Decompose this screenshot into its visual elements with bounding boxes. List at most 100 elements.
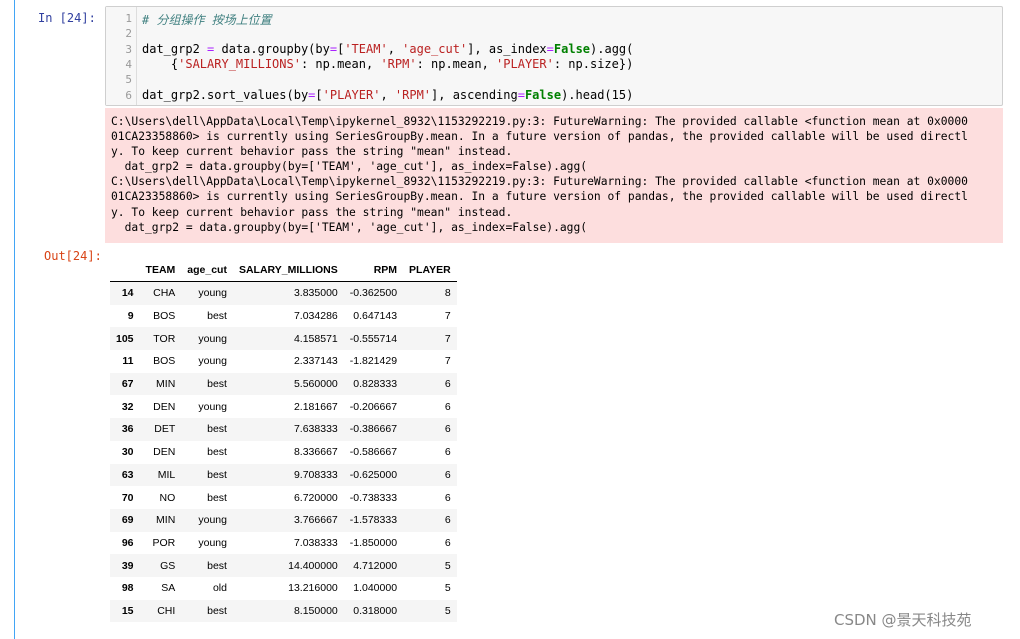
row-index: 67 <box>121 378 134 391</box>
table-cell: DEN <box>153 446 176 459</box>
row-index: 32 <box>121 400 134 413</box>
table-cell: -1.821429 <box>349 355 398 368</box>
code-token: 'PLAYER' <box>496 57 554 71</box>
code-token: 'RPM' <box>380 57 417 71</box>
table-cell: -0.625000 <box>349 468 398 481</box>
code-token: : np.mean, <box>416 57 497 71</box>
code-token: ).agg( <box>590 42 634 56</box>
row-index: 15 <box>121 604 134 617</box>
warning-line: dat_grp2 = data.groupby(by=['TEAM', 'age… <box>111 160 588 174</box>
line-number: 6 <box>125 89 132 102</box>
code-token: 'age_cut' <box>402 42 468 56</box>
table-cell: 2.181667 <box>293 400 338 413</box>
table-cell: 5 <box>444 582 451 595</box>
warning-line: 01CA23358860> is currently using SeriesG… <box>111 130 968 144</box>
table-cell: 9.708333 <box>293 468 338 481</box>
table-cell: -0.362500 <box>349 287 398 300</box>
table-cell: CHI <box>157 604 176 617</box>
code-token: False <box>553 42 591 56</box>
code-token: = <box>546 42 554 56</box>
table-cell: MIL <box>157 468 176 481</box>
table-cell: -0.386667 <box>349 423 398 436</box>
table-row: 69 MIN young 3.766667 -1.578333 6 <box>110 508 457 532</box>
table-row: 105 TOR young 4.158571 -0.555714 7 <box>110 327 457 351</box>
table-row: 30 DEN best 8.336667 -0.586667 6 <box>110 441 457 464</box>
table-row: 70 NO best 6.720000 -0.738333 6 <box>110 486 457 509</box>
column-header: age_cut <box>181 259 233 282</box>
code-editor[interactable]: 1 2 3 4 5 6 # 分组操作 按场上位置 dat_grp2 = data… <box>105 6 1003 106</box>
code-token: ).head(15) <box>561 88 634 102</box>
table-cell: 0.828333 <box>353 378 398 391</box>
code-token: 'TEAM' <box>344 42 388 56</box>
warning-line: C:\Users\dell\AppData\Local\Temp\ipykern… <box>111 175 968 189</box>
warning-line: y. To keep current behavior pass the str… <box>111 145 513 159</box>
row-index: 63 <box>121 468 134 481</box>
table-cell: young <box>198 536 227 549</box>
table-cell: -0.206667 <box>349 400 398 413</box>
line-number: 3 <box>125 43 132 56</box>
row-index: 14 <box>121 287 134 300</box>
column-header: PLAYER <box>403 259 457 282</box>
table-cell: best <box>207 468 227 481</box>
code-token: [ <box>315 88 323 102</box>
column-header <box>110 259 140 282</box>
table-cell: 6 <box>444 491 451 504</box>
output-prompt: Out[24]: <box>44 249 102 263</box>
code-token: { <box>142 57 179 71</box>
notebook-cell[interactable]: In [24]: 1 2 3 4 5 6 # 分组操作 按场上位置 dat_gr… <box>0 0 1020 639</box>
table-cell: 5.560000 <box>293 378 338 391</box>
warning-line: C:\Users\dell\AppData\Local\Temp\ipykern… <box>111 115 968 128</box>
table-header-row: TEAM age_cut SALARY_MILLIONS RPM PLAYER <box>110 259 457 282</box>
code-token: dat_grp2.sort_values(by <box>142 88 309 102</box>
table-cell: -1.578333 <box>349 514 398 527</box>
input-prompt: In [24]: <box>38 11 96 25</box>
table-cell: MIN <box>156 514 176 527</box>
warning-line: dat_grp2 = data.groupby(by=['TEAM', 'age… <box>111 220 588 234</box>
row-index: 96 <box>121 536 134 549</box>
table-cell: 2.337143 <box>293 355 338 368</box>
table-cell: DEN <box>153 400 176 413</box>
row-index: 69 <box>121 514 134 527</box>
table-cell: young <box>198 332 227 345</box>
code-line-3: dat_grp2 = data.groupby(by=['TEAM', 'age… <box>142 42 633 56</box>
table-cell: 4.158571 <box>293 332 338 345</box>
dataframe-table: TEAM age_cut SALARY_MILLIONS RPM PLAYER … <box>110 259 457 623</box>
row-index: 30 <box>121 446 134 459</box>
table-cell: 6 <box>444 536 451 549</box>
code-token: data.groupby(by <box>214 42 330 56</box>
line-number: 1 <box>125 12 132 25</box>
table-cell: -0.738333 <box>349 491 398 504</box>
table-cell: 8.150000 <box>293 604 338 617</box>
table-row: 32 DEN young 2.181667 -0.206667 6 <box>110 395 457 418</box>
code-token: = <box>329 42 338 56</box>
table-cell: 4.712000 <box>353 559 398 572</box>
table-cell: best <box>207 446 227 459</box>
table-cell: best <box>207 423 227 436</box>
cell-selection-border <box>14 0 15 639</box>
table-row: 96 POR young 7.038333 -1.850000 6 <box>110 532 457 555</box>
code-token: dat_grp2 <box>142 42 208 56</box>
code-token: False <box>524 88 562 102</box>
row-index: 11 <box>122 355 134 368</box>
stderr-output: C:\Users\dell\AppData\Local\Temp\ipykern… <box>105 108 1003 243</box>
table-cell: 6.720000 <box>293 491 338 504</box>
table-cell: 13.216000 <box>288 582 338 595</box>
table-cell: TOR <box>153 332 176 345</box>
table-cell: -0.555714 <box>349 332 398 345</box>
table-cell: 5 <box>444 604 451 617</box>
table-cell: young <box>198 287 227 300</box>
watermark: CSDN @景天科技苑 <box>834 611 972 629</box>
table-cell: GS <box>160 559 176 572</box>
column-header: TEAM <box>139 259 182 282</box>
table-cell: 7.638333 <box>293 423 338 436</box>
table-cell: 7 <box>444 355 451 368</box>
table-cell: 7.038333 <box>293 536 338 549</box>
warning-line: 01CA23358860> is currently using SeriesG… <box>111 190 968 204</box>
table-cell: 7 <box>444 310 451 323</box>
table-row: 63 MIL best 9.708333 -0.625000 6 <box>110 463 457 487</box>
table-cell: BOS <box>153 355 176 368</box>
code-comment: # 分组操作 按场上位置 <box>142 13 272 27</box>
table-cell: -0.586667 <box>349 446 398 459</box>
code-token: , <box>387 42 403 56</box>
row-index: 39 <box>121 559 134 572</box>
